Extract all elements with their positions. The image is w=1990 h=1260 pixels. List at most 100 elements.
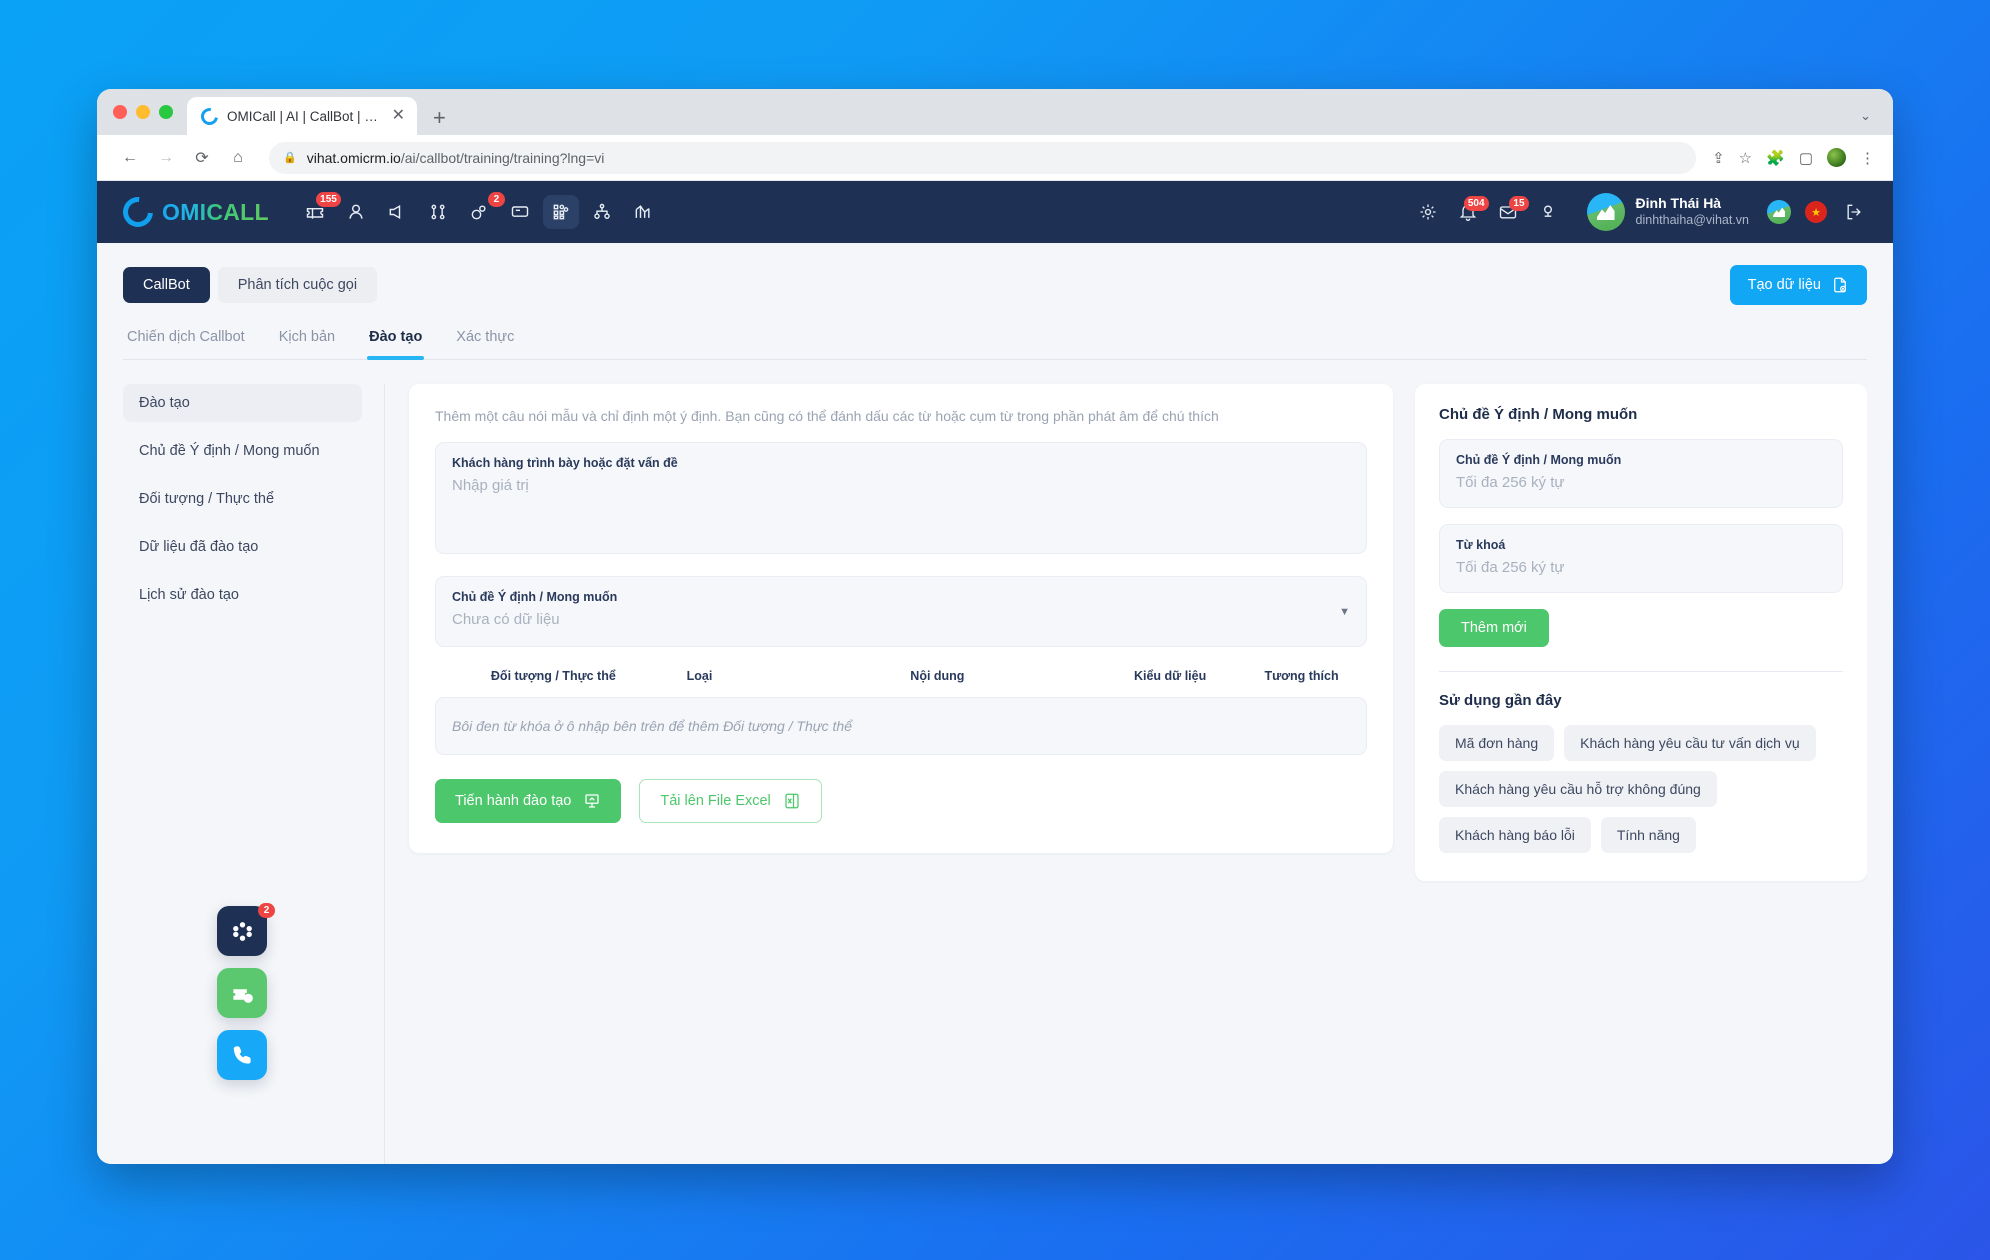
- omicall-logo[interactable]: OMICALL: [116, 190, 269, 234]
- tab-title: OMICall | AI | CallBot | Đào tạo: [227, 108, 383, 124]
- recent-usage-title: Sử dụng gần đây: [1439, 692, 1562, 709]
- minimize-window-button[interactable]: [136, 105, 150, 119]
- recent-tag[interactable]: Mã đơn hàng: [1439, 725, 1555, 761]
- browser-toolbar: ← → ⟳ ⌂ 🔒 vihat.omicrm.io/ai/callbot/tra…: [97, 135, 1893, 181]
- language-flag-icon[interactable]: ★: [1805, 201, 1827, 223]
- close-window-button[interactable]: [113, 105, 127, 119]
- header-nav-icons: 155 2: [297, 192, 661, 229]
- maximize-window-button[interactable]: [159, 105, 173, 119]
- entity-empty-state: Bôi đen từ khóa ở ô nhập bên trên để thê…: [435, 697, 1367, 755]
- col-doi-tuong: Đối tượng / Thực thể: [490, 669, 616, 683]
- browser-window: OMICall | AI | CallBot | Đào tạo ✕ + ⌄ ←…: [97, 89, 1893, 1164]
- recent-tag[interactable]: Khách hàng yêu cầu tư vấn dịch vụ: [1564, 725, 1816, 761]
- sidebar-item-du-lieu-da-dao-tao[interactable]: Dữ liệu đã đào tạo: [123, 528, 362, 566]
- nav-monitor[interactable]: [502, 195, 538, 229]
- keyword-input[interactable]: Từ khoá Tối đa 256 ký tự: [1439, 524, 1843, 593]
- page-body: CallBot Phân tích cuộc gọi Tạo dữ liệu C…: [97, 243, 1893, 1164]
- chevron-down-icon[interactable]: ⌄: [1860, 108, 1871, 124]
- notifications-bell-icon[interactable]: 504: [1455, 196, 1489, 225]
- browser-tab[interactable]: OMICall | AI | CallBot | Đào tạo ✕: [187, 97, 417, 135]
- logo-text: OMICALL: [162, 198, 269, 225]
- recent-tag[interactable]: Khách hàng yêu cầu hỗ trợ không đúng: [1439, 771, 1717, 807]
- application: OMICALL 155 2 504 15 Đinh Thái Hà dinhth…: [97, 181, 1893, 1164]
- sidebar-item-lich-su-dao-tao[interactable]: Lịch sử đào tạo: [123, 576, 362, 614]
- home-button[interactable]: ⌂: [223, 143, 253, 173]
- lock-icon: 🔒: [283, 152, 297, 164]
- sidebar-item-doi-tuong-thuc-the[interactable]: Đối tượng / Thực thể: [123, 480, 362, 518]
- agent-status-icon[interactable]: [1535, 199, 1561, 225]
- nav-org-chart[interactable]: [584, 195, 620, 229]
- mail-icon[interactable]: 15: [1495, 196, 1529, 225]
- entity-table: Đối tượng / Thực thể Loại Nội dung Kiểu …: [435, 669, 1367, 697]
- mail-badge: 15: [1509, 196, 1529, 211]
- recent-tag[interactable]: Khách hàng báo lỗi: [1439, 817, 1591, 853]
- nav-automation[interactable]: 2: [461, 192, 505, 229]
- sidebar-item-dao-tao[interactable]: Đào tạo: [123, 384, 362, 422]
- intent-select-value: Chưa có dữ liệu: [452, 611, 560, 628]
- excel-file-icon: [785, 793, 799, 809]
- nav-apps[interactable]: [542, 195, 579, 229]
- col-tuong-thich: Tương thích: [1264, 669, 1339, 683]
- segment-call-analysis[interactable]: Phân tích cuộc gọi: [217, 267, 378, 303]
- segment-callbot[interactable]: CallBot: [123, 267, 210, 303]
- browser-profile-avatar[interactable]: [1827, 148, 1846, 167]
- share-icon[interactable]: ⇪: [1712, 149, 1725, 167]
- intent-panel: Chủ đề Ý định / Mong muốn Chủ đề Ý định …: [1415, 384, 1867, 881]
- tab-chien-dich-callbot[interactable]: Chiến dịch Callbot: [125, 323, 247, 359]
- gear-icon[interactable]: [1415, 199, 1441, 225]
- header-right: 504 15 Đinh Thái Hà dinhthaiha@vihat.vn: [1415, 193, 1867, 231]
- settings-nodes-icon: [232, 921, 252, 941]
- bookmark-star-icon[interactable]: ☆: [1739, 149, 1752, 167]
- upload-excel-button[interactable]: Tải lên File Excel: [639, 779, 822, 823]
- content-area: Đào tạo Chủ đề Ý định / Mong muốn Đối tư…: [123, 360, 1867, 1164]
- col-kieu-du-lieu: Kiểu dữ liệu: [1133, 669, 1207, 683]
- create-data-button[interactable]: Tạo dữ liệu: [1729, 265, 1867, 305]
- nav-campaign[interactable]: [379, 195, 415, 229]
- logout-icon[interactable]: [1841, 199, 1867, 225]
- nav-contacts[interactable]: [338, 195, 374, 229]
- intent-select[interactable]: Chủ đề Ý định / Mong muốn Chưa có dữ liệ…: [435, 576, 1367, 647]
- keyword-placeholder: Tối đa 256 ký tự: [1456, 559, 1565, 576]
- new-tab-button[interactable]: +: [433, 107, 446, 129]
- tab-dao-tao[interactable]: Đào tạo: [367, 323, 425, 360]
- nav-workflow[interactable]: [420, 195, 456, 229]
- extensions-icon[interactable]: 🧩: [1766, 149, 1785, 167]
- sidebar-item-chu-de-y-dinh[interactable]: Chủ đề Ý định / Mong muốn: [123, 432, 362, 470]
- file-plus-icon: [1834, 277, 1847, 293]
- intent-name-input[interactable]: Chủ đề Ý định / Mong muốn Tối đa 256 ký …: [1439, 439, 1843, 508]
- chevron-down-icon[interactable]: ▼: [1339, 606, 1350, 618]
- create-data-label: Tạo dữ liệu: [1747, 277, 1821, 293]
- ticket-plus-icon: [232, 988, 253, 1003]
- call-fab[interactable]: [217, 1030, 267, 1080]
- utterance-input[interactable]: Khách hàng trình bày hoặc đặt vấn đề Nhậ…: [435, 442, 1367, 554]
- browser-menu-icon[interactable]: ⋮: [1860, 149, 1875, 167]
- nav-tickets[interactable]: 155: [297, 192, 341, 229]
- ticket-add-fab[interactable]: [217, 968, 267, 1018]
- back-button[interactable]: ←: [115, 143, 145, 173]
- start-training-button[interactable]: Tiến hành đào tạo: [435, 779, 622, 823]
- browser-tabstrip: OMICall | AI | CallBot | Đào tạo ✕ + ⌄: [97, 89, 1893, 135]
- segment-buttons: CallBot Phân tích cuộc gọi: [123, 267, 378, 303]
- settings-fab-badge: 2: [258, 903, 275, 918]
- settings-fab[interactable]: 2: [217, 903, 275, 956]
- mini-avatar-icon[interactable]: [1767, 200, 1791, 224]
- tab-kich-ban[interactable]: Kịch bản: [277, 323, 337, 359]
- window-controls[interactable]: [113, 89, 187, 135]
- recent-tag-list: Mã đơn hàng Khách hàng yêu cầu tư vấn dị…: [1439, 725, 1843, 853]
- side-panel-icon[interactable]: ▢: [1799, 149, 1813, 167]
- add-intent-button[interactable]: Thêm mới: [1439, 609, 1549, 647]
- upload-excel-label: Tải lên File Excel: [660, 793, 771, 809]
- user-name: Đinh Thái Hà: [1635, 195, 1722, 212]
- phone-icon: [233, 1045, 251, 1064]
- close-tab-icon[interactable]: ✕: [392, 108, 405, 124]
- user-profile[interactable]: Đinh Thái Hà dinhthaiha@vihat.vn: [1586, 193, 1749, 231]
- floating-action-buttons: 2: [217, 903, 275, 1080]
- address-bar[interactable]: 🔒 vihat.omicrm.io/ai/callbot/training/tr…: [269, 141, 1697, 174]
- reload-button[interactable]: ⟳: [187, 143, 217, 173]
- recent-tag[interactable]: Tính năng: [1600, 817, 1696, 853]
- nav-analytics[interactable]: [625, 195, 661, 229]
- panel-divider: [1439, 671, 1843, 672]
- tab-xac-thuc[interactable]: Xác thực: [454, 323, 516, 359]
- user-email: dinhthaiha@vihat.vn: [1635, 212, 1749, 227]
- forward-button[interactable]: →: [151, 143, 181, 173]
